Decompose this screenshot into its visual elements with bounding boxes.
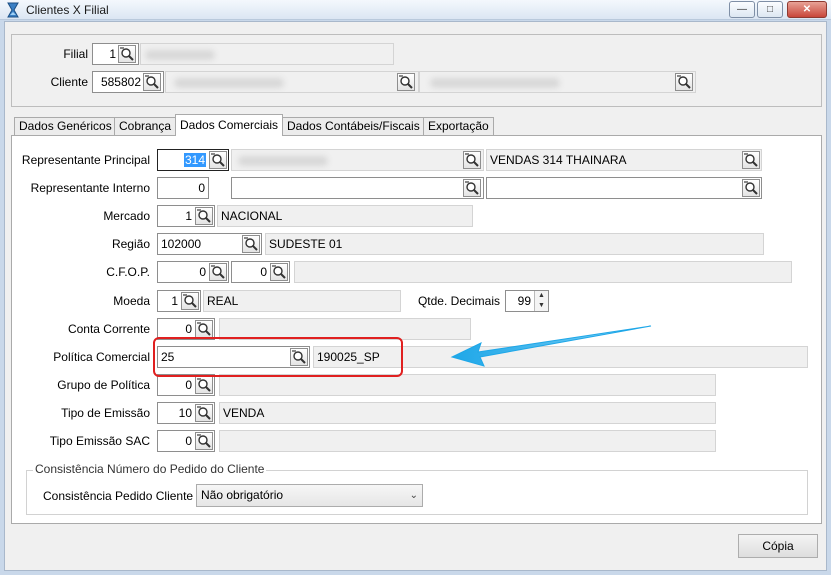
moeda-desc-display: REAL bbox=[203, 290, 401, 312]
consistencia-pedido-select[interactable]: Não obrigatório ⌄ bbox=[196, 484, 423, 507]
qtde-decimais-spinner[interactable]: 99 ▲ ▼ bbox=[505, 290, 549, 312]
consistencia-group: Consistência Número do Pedido do Cliente… bbox=[26, 462, 808, 515]
cliente-label: Cliente bbox=[50, 75, 88, 89]
representante-principal-search-icon[interactable] bbox=[209, 151, 227, 169]
grupo-politica-desc-display bbox=[219, 374, 716, 396]
representante-principal-name-search-icon[interactable] bbox=[463, 151, 481, 169]
representante-principal-label: Representante Principal bbox=[21, 153, 150, 167]
mercado-desc-display: NACIONAL bbox=[217, 205, 473, 227]
representante-interno-code-field[interactable]: 0 bbox=[157, 177, 209, 199]
close-button[interactable]: ✕ bbox=[787, 1, 827, 18]
hourglass-app-icon bbox=[7, 2, 19, 18]
mercado-label: Mercado bbox=[103, 209, 150, 223]
moeda-search-icon[interactable] bbox=[181, 292, 199, 310]
maximize-button[interactable]: □ bbox=[757, 1, 783, 18]
representante-principal-desc-display: VENDAS 314 THAINARA bbox=[486, 149, 762, 171]
header-panel: Filial 1 Cliente 585802 bbox=[11, 34, 822, 107]
tab-cobranca[interactable]: Cobrança bbox=[114, 117, 177, 136]
cliente-search-icon[interactable] bbox=[143, 73, 161, 91]
representante-interno-name-field[interactable] bbox=[231, 177, 484, 199]
regiao-search-icon[interactable] bbox=[242, 235, 260, 253]
redacted-text bbox=[145, 50, 215, 60]
representante-interno-desc-field[interactable] bbox=[486, 177, 762, 199]
filial-search-icon[interactable] bbox=[118, 45, 136, 63]
cfop-label: C.F.O.P. bbox=[106, 265, 150, 279]
window-client-area: Filial 1 Cliente 585802 Dados Genéricos … bbox=[4, 21, 827, 571]
cfop-code2-search-icon[interactable] bbox=[270, 263, 288, 281]
conta-corrente-search-icon[interactable] bbox=[195, 320, 213, 338]
minimize-button[interactable]: — bbox=[729, 1, 755, 18]
cliente-fantasia-search-icon[interactable] bbox=[675, 73, 693, 91]
consistencia-pedido-label: Consistência Pedido Cliente bbox=[43, 489, 194, 503]
spinner-up-icon[interactable]: ▲ bbox=[535, 291, 548, 301]
redacted-text bbox=[174, 78, 284, 88]
tipo-emissao-desc-display: VENDA bbox=[219, 402, 716, 424]
tipo-emissao-search-icon[interactable] bbox=[195, 404, 213, 422]
chevron-down-icon[interactable]: ⌄ bbox=[410, 485, 418, 506]
window-title: Clientes X Filial bbox=[26, 3, 109, 17]
filial-name-display bbox=[140, 43, 394, 65]
cfop-code1-search-icon[interactable] bbox=[209, 263, 227, 281]
representante-interno-label: Representante Interno bbox=[30, 181, 150, 195]
regiao-desc-display: SUDESTE 01 bbox=[265, 233, 764, 255]
cfop-desc-display bbox=[294, 261, 792, 283]
window-titlebar: Clientes X Filial — □ ✕ bbox=[0, 0, 831, 20]
tab-exportacao[interactable]: Exportação bbox=[423, 117, 494, 136]
highlight-box bbox=[153, 337, 403, 377]
cliente-fantasia-display bbox=[419, 71, 696, 93]
representante-principal-name-display bbox=[231, 149, 484, 171]
qtde-decimais-stepper[interactable]: ▲ ▼ bbox=[534, 291, 548, 311]
cliente-name-search-icon[interactable] bbox=[397, 73, 415, 91]
tipo-emissao-sac-search-icon[interactable] bbox=[195, 432, 213, 450]
grupo-politica-search-icon[interactable] bbox=[195, 376, 213, 394]
regiao-label: Região bbox=[111, 237, 150, 251]
mercado-search-icon[interactable] bbox=[195, 207, 213, 225]
tipo-emissao-sac-desc-display bbox=[219, 430, 716, 452]
moeda-label: Moeda bbox=[113, 294, 150, 308]
redacted-text bbox=[430, 78, 560, 88]
representante-interno-desc-search-icon[interactable] bbox=[742, 179, 760, 197]
tipo-emissao-sac-label: Tipo Emissão SAC bbox=[49, 434, 150, 448]
politica-comercial-label: Política Comercial bbox=[53, 350, 150, 364]
cliente-name-display bbox=[165, 71, 419, 93]
copia-button[interactable]: Cópia bbox=[738, 534, 818, 558]
qtde-decimais-label: Qtde. Decimais bbox=[417, 294, 500, 308]
tab-dados-comerciais[interactable]: Dados Comerciais bbox=[175, 114, 284, 136]
representante-principal-desc-search-icon[interactable] bbox=[742, 151, 760, 169]
filial-label: Filial bbox=[63, 47, 88, 61]
spinner-down-icon[interactable]: ▼ bbox=[535, 301, 548, 311]
grupo-politica-label: Grupo de Política bbox=[57, 378, 150, 392]
conta-corrente-label: Conta Corrente bbox=[67, 322, 150, 336]
tab-dados-genericos[interactable]: Dados Genéricos bbox=[14, 117, 117, 136]
tab-dados-contabeis-fiscais[interactable]: Dados Contábeis/Fiscais bbox=[282, 117, 425, 136]
redacted-text bbox=[238, 156, 328, 166]
tipo-emissao-label: Tipo de Emissão bbox=[61, 406, 150, 420]
consistencia-group-title: Consistência Número do Pedido do Cliente bbox=[33, 462, 267, 476]
representante-interno-search-icon[interactable] bbox=[463, 179, 481, 197]
dados-comerciais-panel: Representante Principal 314 VENDAS 314 T… bbox=[11, 135, 822, 524]
